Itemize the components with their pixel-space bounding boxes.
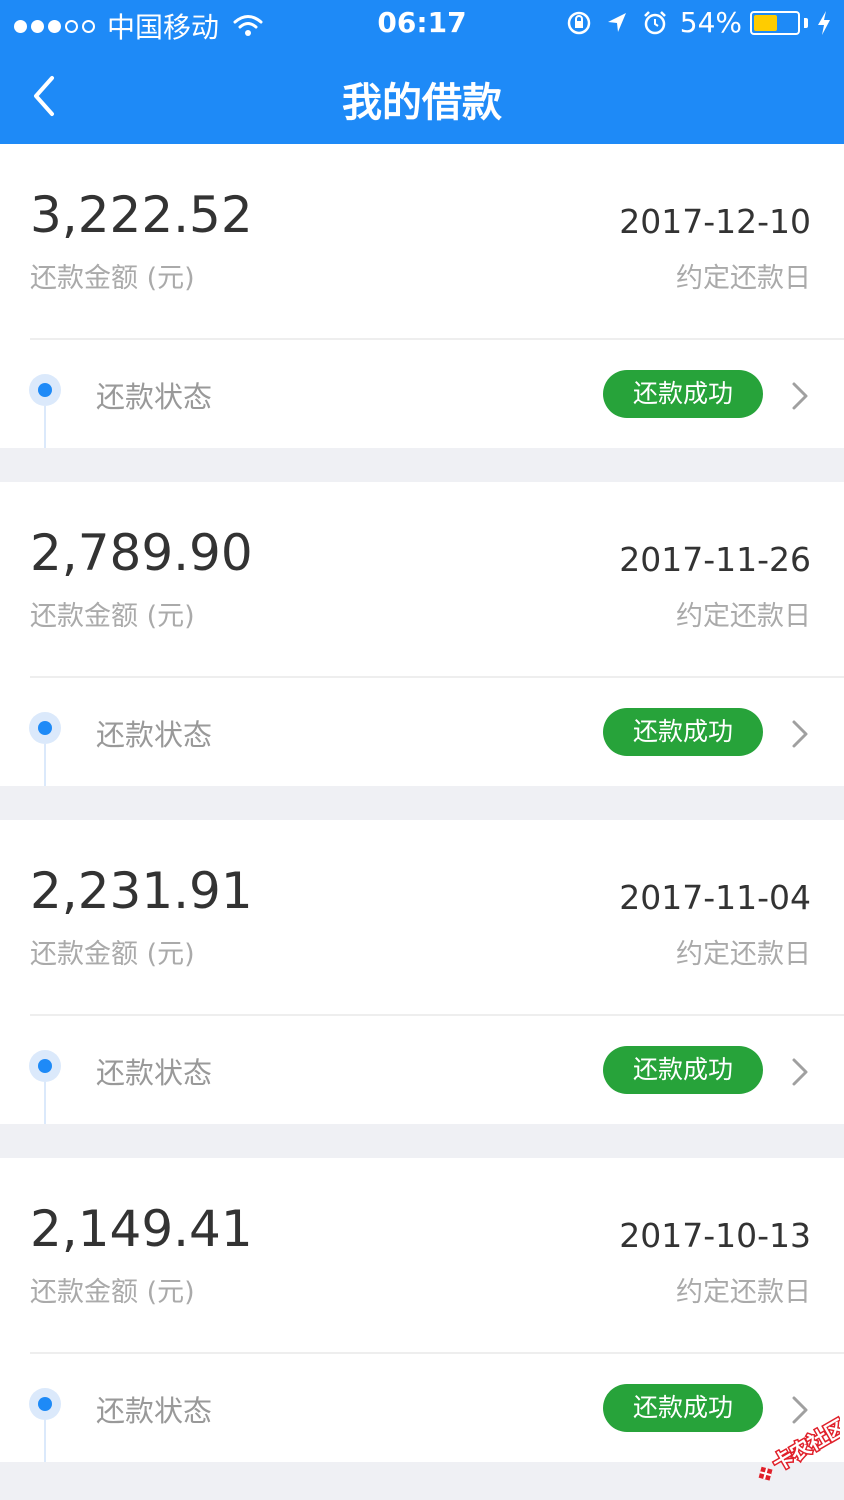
loan-card[interactable]: 3,222.52 还款金额 (元) 2017-12-10 约定还款日 还款状态 … (0, 144, 844, 448)
chevron-right-icon[interactable] (790, 1056, 810, 1088)
status-label: 还款状态 (96, 380, 213, 414)
due-date-label: 约定还款日 (676, 1277, 811, 1308)
due-date-label: 约定还款日 (676, 601, 811, 632)
status-label: 还款状态 (96, 1394, 213, 1428)
repayment-amount: 3,222.52 (30, 186, 253, 244)
timeline-line (44, 1082, 46, 1124)
repayment-amount-label: 还款金额 (元) (30, 601, 195, 632)
timeline-dot-icon (29, 1388, 61, 1420)
timeline-line (44, 744, 46, 786)
divider (30, 1352, 844, 1354)
repayment-amount: 2,149.41 (30, 1200, 253, 1258)
due-date: 2017-11-26 (619, 540, 811, 579)
status-badge: 还款成功 (603, 370, 763, 418)
status-bar-right: 54% (566, 6, 832, 39)
divider (30, 1014, 844, 1016)
repayment-amount-label: 还款金额 (元) (30, 939, 195, 970)
chevron-right-icon[interactable] (790, 380, 810, 412)
watermark-logo: 卡农社区 (758, 1413, 840, 1481)
timeline-dot-icon (29, 374, 61, 406)
location-arrow-icon (607, 12, 626, 32)
repayment-amount-label: 还款金额 (元) (30, 1277, 195, 1308)
divider (30, 676, 844, 678)
chevron-right-icon[interactable] (790, 718, 810, 750)
status-badge: 还款成功 (603, 1046, 763, 1094)
loan-list: 3,222.52 还款金额 (元) 2017-12-10 约定还款日 还款状态 … (0, 144, 844, 1496)
loan-card[interactable]: 2,789.90 还款金额 (元) 2017-11-26 约定还款日 还款状态 … (0, 482, 844, 786)
repayment-amount: 2,789.90 (30, 524, 253, 582)
battery-nub (804, 17, 808, 28)
timeline-line (44, 406, 46, 448)
due-date-label: 约定还款日 (676, 263, 811, 294)
repayment-amount: 2,231.91 (30, 862, 253, 920)
charging-bolt-icon (818, 10, 830, 35)
app-header: 中国移动 06:17 54% 我的借款 (0, 0, 844, 144)
status-label: 还款状态 (96, 718, 213, 752)
rotation-lock-icon (567, 11, 591, 34)
repayment-amount-label: 还款金额 (元) (30, 263, 195, 294)
page-title: 我的借款 (342, 80, 502, 126)
status-bar: 中国移动 06:17 54% (0, 0, 844, 46)
status-badge: 还款成功 (603, 1384, 763, 1432)
status-label: 还款状态 (96, 1056, 213, 1090)
timeline-dot-icon (29, 1050, 61, 1082)
due-date-label: 约定还款日 (676, 939, 811, 970)
timeline-line (44, 1420, 46, 1462)
battery-icon (750, 10, 800, 35)
battery-fill (754, 14, 777, 31)
loan-card[interactable]: 2,231.91 还款金额 (元) 2017-11-04 约定还款日 还款状态 … (0, 820, 844, 1124)
alarm-icon (643, 10, 666, 34)
watermark-text: 卡农社区 (768, 1415, 840, 1476)
due-date: 2017-11-04 (619, 878, 811, 917)
due-date: 2017-10-13 (619, 1216, 811, 1255)
due-date: 2017-12-10 (619, 202, 811, 241)
divider (30, 338, 844, 340)
loan-card[interactable]: 2,149.41 还款金额 (元) 2017-10-13 约定还款日 还款状态 … (0, 1158, 844, 1462)
timeline-dot-icon (29, 712, 61, 744)
battery-percent: 54% (679, 6, 742, 39)
status-badge: 还款成功 (603, 708, 763, 756)
